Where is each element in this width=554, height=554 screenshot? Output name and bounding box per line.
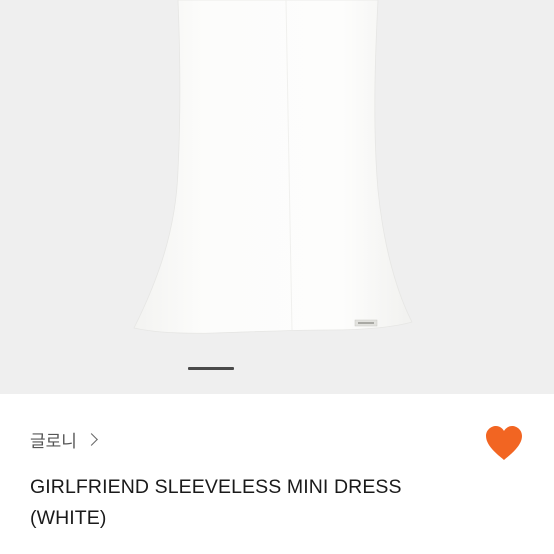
dress-image bbox=[133, 0, 413, 334]
product-image-carousel[interactable] bbox=[0, 0, 554, 394]
heart-icon[interactable] bbox=[484, 424, 524, 462]
product-title: GIRLFRIEND SLEEVELESS MINI DRESS (WHITE) bbox=[30, 476, 402, 529]
product-info: 글로니 GIRLFRIEND SLEEVELESS MINI DRESS (WH… bbox=[0, 394, 554, 554]
image-pagination-indicator bbox=[188, 367, 234, 370]
chevron-right-icon bbox=[85, 433, 98, 446]
shop-name: 글로니 bbox=[30, 432, 77, 451]
shop-link[interactable]: 글로니 bbox=[30, 427, 98, 452]
